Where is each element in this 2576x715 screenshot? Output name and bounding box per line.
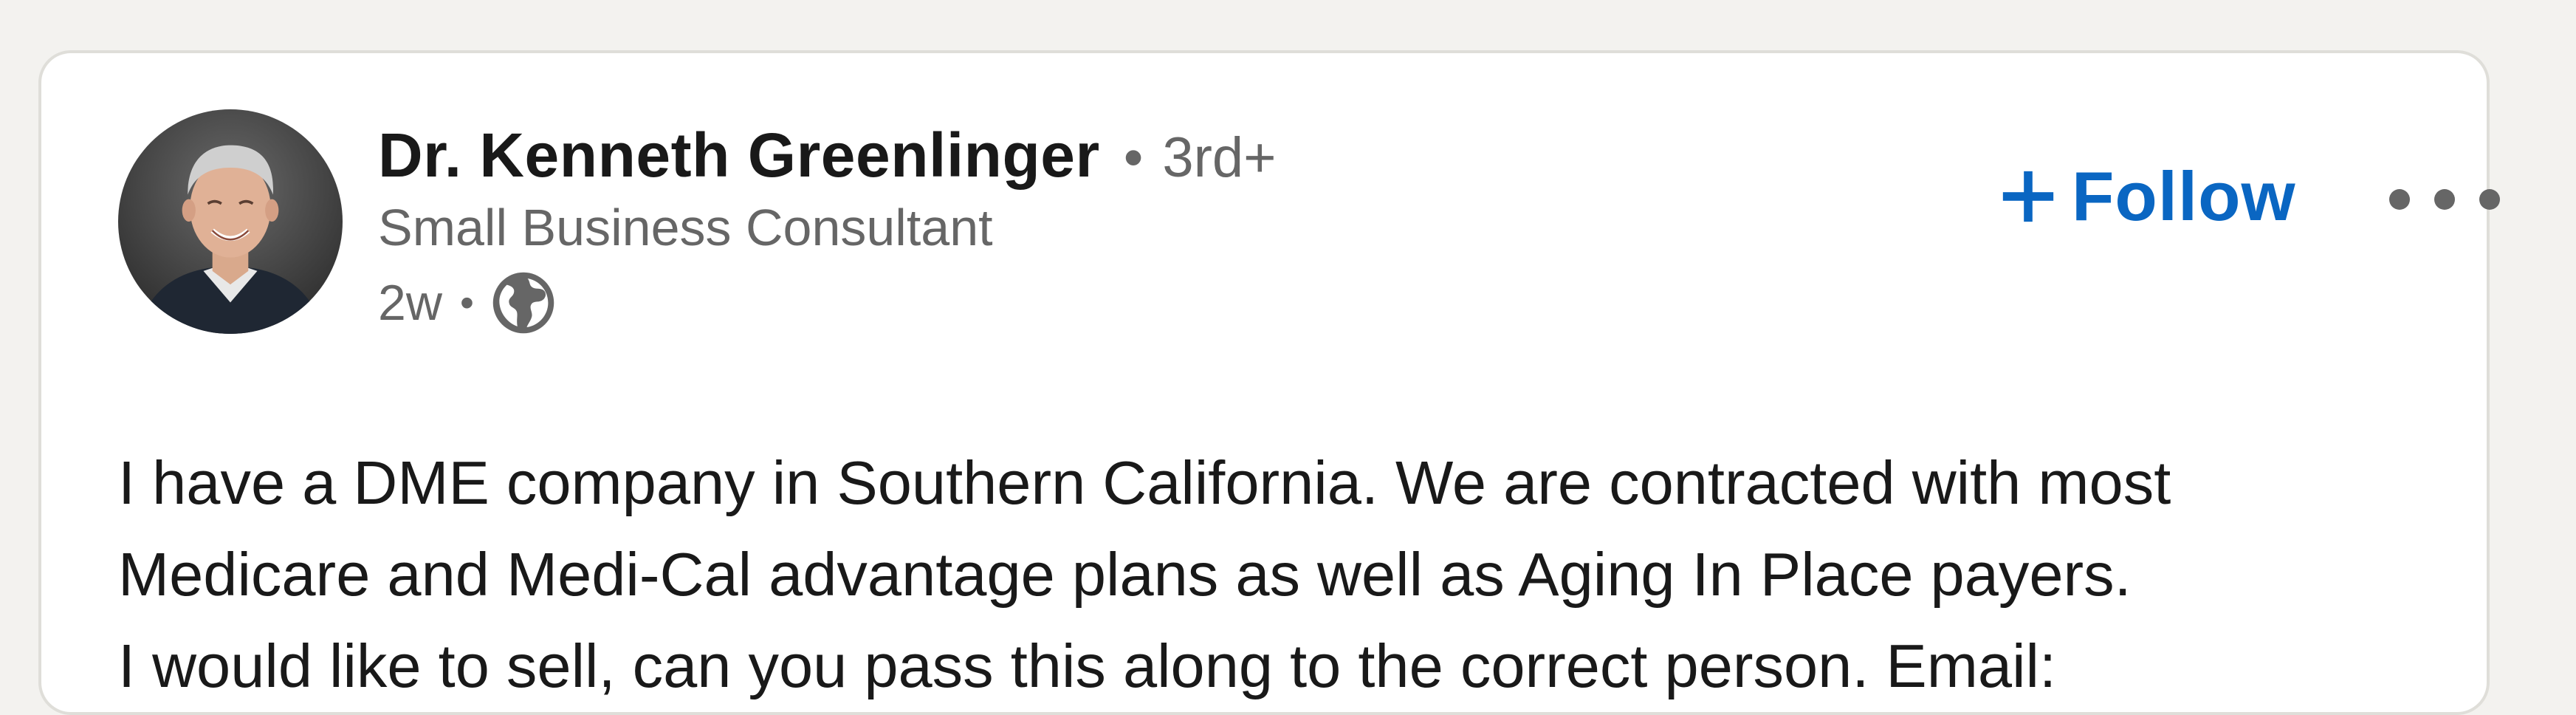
more-dot [2434, 189, 2455, 210]
author-name[interactable]: Dr. Kenneth Greenlinger [378, 120, 1100, 191]
post-time[interactable]: 2w [378, 274, 442, 332]
more-dot [2479, 189, 2500, 210]
more-options-icon[interactable] [2389, 177, 2500, 222]
globe-icon [490, 270, 557, 336]
follow-label: Follow [2072, 157, 2296, 235]
post-text-line: Medicare and Medi-Cal advantage plans as… [118, 540, 2132, 609]
more-dot [2389, 189, 2410, 210]
separator-dot: • [1123, 126, 1144, 189]
follow-button[interactable]: Follow [1998, 157, 2296, 236]
connection-degree: 3rd+ [1162, 126, 1277, 189]
post-header: Dr. Kenneth Greenlinger • 3rd+ Small Bus… [378, 120, 1855, 338]
avatar[interactable] [118, 109, 343, 334]
avatar-photo [118, 109, 343, 334]
author-headline: Small Business Consultant [378, 199, 993, 256]
plus-icon [1998, 166, 2058, 227]
post-text-line: I have a DME company in Southern Califor… [118, 448, 2171, 517]
post-card: Dr. Kenneth Greenlinger • 3rd+ Small Bus… [38, 50, 2500, 715]
post-meta: 2w • [378, 267, 1855, 338]
post-text-line: I would like to sell, can you pass this … [118, 632, 2057, 700]
meta-separator-dot: • [459, 281, 474, 325]
author-line: Dr. Kenneth Greenlinger • 3rd+ [378, 120, 1855, 201]
post-body: I have a DME company in Southern Califor… [118, 437, 2481, 712]
